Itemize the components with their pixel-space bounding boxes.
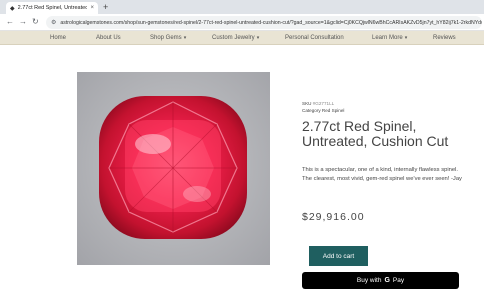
chevron-down-icon: ▾ bbox=[256, 35, 260, 41]
forward-icon[interactable]: → bbox=[19, 16, 27, 28]
product-title: 2.77ct Red Spinel, Untreated, Cushion Cu… bbox=[302, 118, 449, 149]
tab-title: 2.77ct Red Spinel, Untreated, C bbox=[17, 5, 88, 11]
nav-personal-consultation[interactable]: Personal Consultation bbox=[285, 31, 344, 45]
close-tab-icon[interactable]: × bbox=[90, 5, 94, 11]
browser-tab[interactable]: ◆ 2.77ct Red Spinel, Untreated, C × bbox=[6, 2, 98, 14]
sku-label: SKU bbox=[302, 101, 312, 106]
nav-reviews[interactable]: Reviews bbox=[433, 31, 456, 45]
buy-with-label: Buy with bbox=[356, 277, 382, 284]
browser-toolbar: ← → ↻ ⚙ astrologicalgemstones.com/shop/s… bbox=[0, 14, 484, 31]
address-bar[interactable]: ⚙ astrologicalgemstones.com/shop/sun-gem… bbox=[46, 16, 482, 29]
category-label: Category bbox=[302, 108, 321, 113]
red-spinel-gem bbox=[99, 96, 247, 239]
chevron-down-icon: ▾ bbox=[404, 35, 408, 41]
gem-icon: ◆ bbox=[10, 5, 15, 12]
category-line: Category Red Spinel bbox=[302, 108, 344, 113]
add-to-cart-button[interactable]: Add to cart bbox=[309, 246, 368, 266]
nav-shop-gems[interactable]: Shop Gems ▾ bbox=[150, 31, 186, 45]
back-icon[interactable]: ← bbox=[6, 16, 14, 28]
nav-about-us[interactable]: About Us bbox=[96, 31, 121, 45]
sku-value: #G2771LL bbox=[312, 101, 335, 106]
product-price: $29,916.00 bbox=[302, 211, 365, 223]
google-g-icon: G bbox=[384, 277, 390, 284]
url-text: astrologicalgemstones.com/shop/sun-gemst… bbox=[60, 19, 482, 26]
gpay-label: Pay bbox=[392, 277, 405, 284]
site-info-icon[interactable]: ⚙ bbox=[51, 19, 56, 26]
product-image[interactable] bbox=[77, 72, 270, 265]
product-description: This is a spectacular, one of a kind, in… bbox=[302, 167, 462, 182]
browser-tab-strip: ◆ 2.77ct Red Spinel, Untreated, C × + bbox=[0, 0, 484, 14]
reload-icon[interactable]: ↻ bbox=[32, 16, 39, 28]
nav-custom-jewelry[interactable]: Custom Jewelry ▾ bbox=[212, 31, 259, 45]
sku-line: SKU #G2771LL bbox=[302, 101, 334, 106]
chevron-down-icon: ▾ bbox=[183, 35, 187, 41]
buy-with-gpay-button[interactable]: Buy with G Pay bbox=[302, 272, 459, 289]
category-link[interactable]: Red Spinel bbox=[322, 108, 344, 113]
site-navigation: Home About Us Shop Gems ▾ Custom Jewelry ▾… bbox=[0, 31, 484, 45]
new-tab-button[interactable]: + bbox=[103, 1, 108, 13]
nav-home[interactable]: Home bbox=[50, 31, 66, 45]
nav-learn-more[interactable]: Learn More ▾ bbox=[372, 31, 407, 45]
